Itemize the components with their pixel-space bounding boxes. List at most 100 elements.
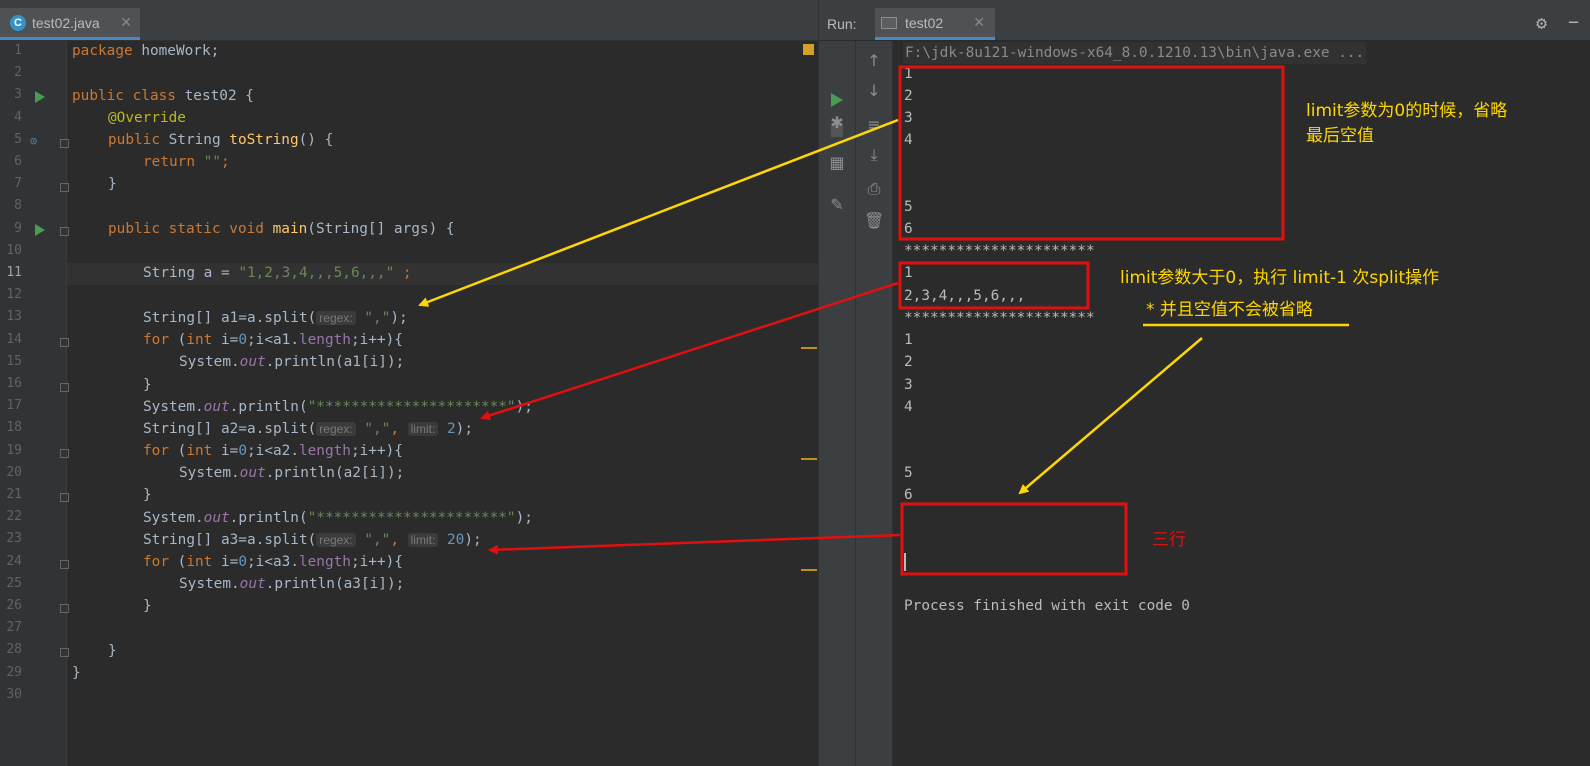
line-number[interactable]: 18 (0, 420, 22, 435)
console-line: 1 (904, 332, 913, 348)
tab-run-test02[interactable]: test02 ✕ (875, 8, 995, 40)
console-line: 5 (904, 199, 913, 215)
close-icon[interactable]: ✕ (973, 14, 985, 31)
line-number[interactable]: 21 (0, 487, 22, 502)
error-stripe-mark[interactable] (801, 458, 817, 460)
note-three-lines: 三行 (1152, 530, 1186, 550)
fold-marker[interactable] (60, 139, 69, 148)
line-number[interactable]: 26 (0, 598, 22, 613)
warning-indicator-icon[interactable] (803, 44, 814, 55)
code-line-28: } (108, 643, 117, 659)
layout-icon[interactable]: ▦ (827, 153, 847, 173)
fold-marker[interactable] (60, 338, 69, 347)
line-number[interactable]: 12 (0, 287, 22, 302)
code-line-3: public class test02 { (72, 88, 254, 104)
param-hint-regex: regex: (316, 422, 356, 436)
code-line-18: String[] a2=a.split(regex: ",", limit: 2… (143, 421, 473, 437)
text-cursor (904, 553, 906, 571)
line-number-gutter[interactable]: 1 2 3 4 5 6 7 8 9 10 11 12 13 14 15 16 17 18 19 20 21 22 23 24 2… (0, 41, 67, 766)
override-method-icon[interactable]: ⊙ (30, 134, 37, 148)
console-line: 4 (904, 399, 913, 415)
code-line-15: System.out.println(a1[i]); (179, 354, 405, 370)
param-hint-limit: limit: (407, 422, 439, 436)
line-number[interactable]: 29 (0, 665, 22, 680)
tab-test02-java[interactable]: C test02.java ✕ (0, 8, 140, 40)
line-number[interactable]: 23 (0, 531, 22, 546)
minimize-icon[interactable]: − (1568, 12, 1579, 33)
line-number[interactable]: 17 (0, 398, 22, 413)
print-icon[interactable]: ⎙ (864, 179, 884, 199)
line-number[interactable]: 10 (0, 243, 22, 258)
line-number[interactable]: 7 (0, 176, 22, 191)
code-line-7: } (108, 176, 117, 192)
line-number[interactable]: 4 (0, 110, 22, 125)
line-number[interactable]: 24 (0, 554, 22, 569)
run-toolbar-right: ↑ ↓ ≡ ⤓ ⎙ 🗑 (856, 41, 893, 766)
line-number[interactable]: 20 (0, 465, 22, 480)
fold-marker[interactable] (60, 560, 69, 569)
pin-icon[interactable]: ✎ (827, 195, 847, 215)
fold-marker[interactable] (60, 183, 69, 192)
soft-wrap-icon[interactable]: ≡ (864, 115, 884, 135)
error-stripe-mark[interactable] (801, 347, 817, 349)
console-line: 4 (904, 132, 913, 148)
code-line-11: String a = "1,2,3,4,,,5,6,,," ; (143, 265, 412, 281)
line-number[interactable]: 16 (0, 376, 22, 391)
line-number[interactable]: 14 (0, 332, 22, 347)
fold-marker[interactable] (60, 383, 69, 392)
fold-marker[interactable] (60, 227, 69, 236)
console-line: 1 (904, 66, 913, 82)
close-icon[interactable]: ✕ (120, 14, 132, 31)
line-number[interactable]: 2 (0, 65, 22, 80)
note-limit0-line1: limit参数为0的时候，省略 (1306, 101, 1508, 121)
arrow-up-icon[interactable]: ↑ (864, 51, 884, 71)
line-number[interactable]: 19 (0, 443, 22, 458)
run-main-icon[interactable] (35, 224, 45, 236)
fold-marker[interactable] (60, 493, 69, 502)
error-stripe-mark[interactable] (801, 569, 817, 571)
fold-marker[interactable] (60, 449, 69, 458)
code-line-17: System.out.println("********************… (143, 399, 533, 415)
trash-icon[interactable]: 🗑 (864, 211, 884, 231)
line-number[interactable]: 13 (0, 309, 22, 324)
console-separator: ********************** (904, 310, 1095, 326)
code-line-24: for (int i=0;i<a3.length;i++){ (143, 554, 403, 570)
line-number[interactable]: 22 (0, 509, 22, 524)
note-empty-kept: * 并且空值不会被省略 (1146, 300, 1313, 320)
code-line-16: } (143, 377, 152, 393)
gear-icon[interactable]: ⚙ (1536, 13, 1547, 34)
java-class-icon: C (10, 14, 26, 31)
rerun-icon[interactable] (831, 93, 843, 107)
console-line: 1 (904, 265, 913, 281)
line-number[interactable]: 28 (0, 642, 22, 657)
code-line-23: String[] a3=a.split(regex: ",", limit: 2… (143, 532, 482, 548)
console-line: 3 (904, 110, 913, 126)
console-line: 3 (904, 377, 913, 393)
line-number[interactable]: 1 (0, 43, 22, 58)
arrow-down-icon[interactable]: ↓ (864, 81, 884, 101)
code-line-5: public String toString() { (108, 132, 334, 148)
code-line-6: return ""; (143, 154, 230, 170)
line-number[interactable]: 6 (0, 154, 22, 169)
code-line-26: } (143, 598, 152, 614)
debug-bug-icon[interactable]: ✱ (827, 113, 847, 133)
line-number[interactable]: 15 (0, 354, 22, 369)
run-class-icon[interactable] (35, 91, 45, 103)
scroll-to-end-icon[interactable]: ⤓ (864, 145, 884, 165)
console-line: 2,3,4,,,5,6,,, (904, 288, 1026, 304)
line-number[interactable]: 30 (0, 687, 22, 702)
line-number[interactable]: 25 (0, 576, 22, 591)
note-limit0-line2: 最后空值 (1306, 126, 1374, 146)
line-number[interactable]: 9 (0, 221, 22, 236)
code-line-9: public static void main(String[] args) { (108, 221, 455, 237)
line-number[interactable]: 5 (0, 132, 22, 147)
code-editor[interactable]: C test02.java ✕ 1 2 3 4 5 6 7 8 9 10 11 12 13 14 15 16 1… (0, 0, 818, 766)
line-number[interactable]: 11 (0, 265, 22, 280)
line-number[interactable]: 27 (0, 620, 22, 635)
fold-marker[interactable] (60, 648, 69, 657)
console-line: 5 (904, 465, 913, 481)
fold-marker[interactable] (60, 604, 69, 613)
line-number[interactable]: 3 (0, 87, 22, 102)
line-number[interactable]: 8 (0, 198, 22, 213)
code-line-20: System.out.println(a2[i]); (179, 465, 405, 481)
